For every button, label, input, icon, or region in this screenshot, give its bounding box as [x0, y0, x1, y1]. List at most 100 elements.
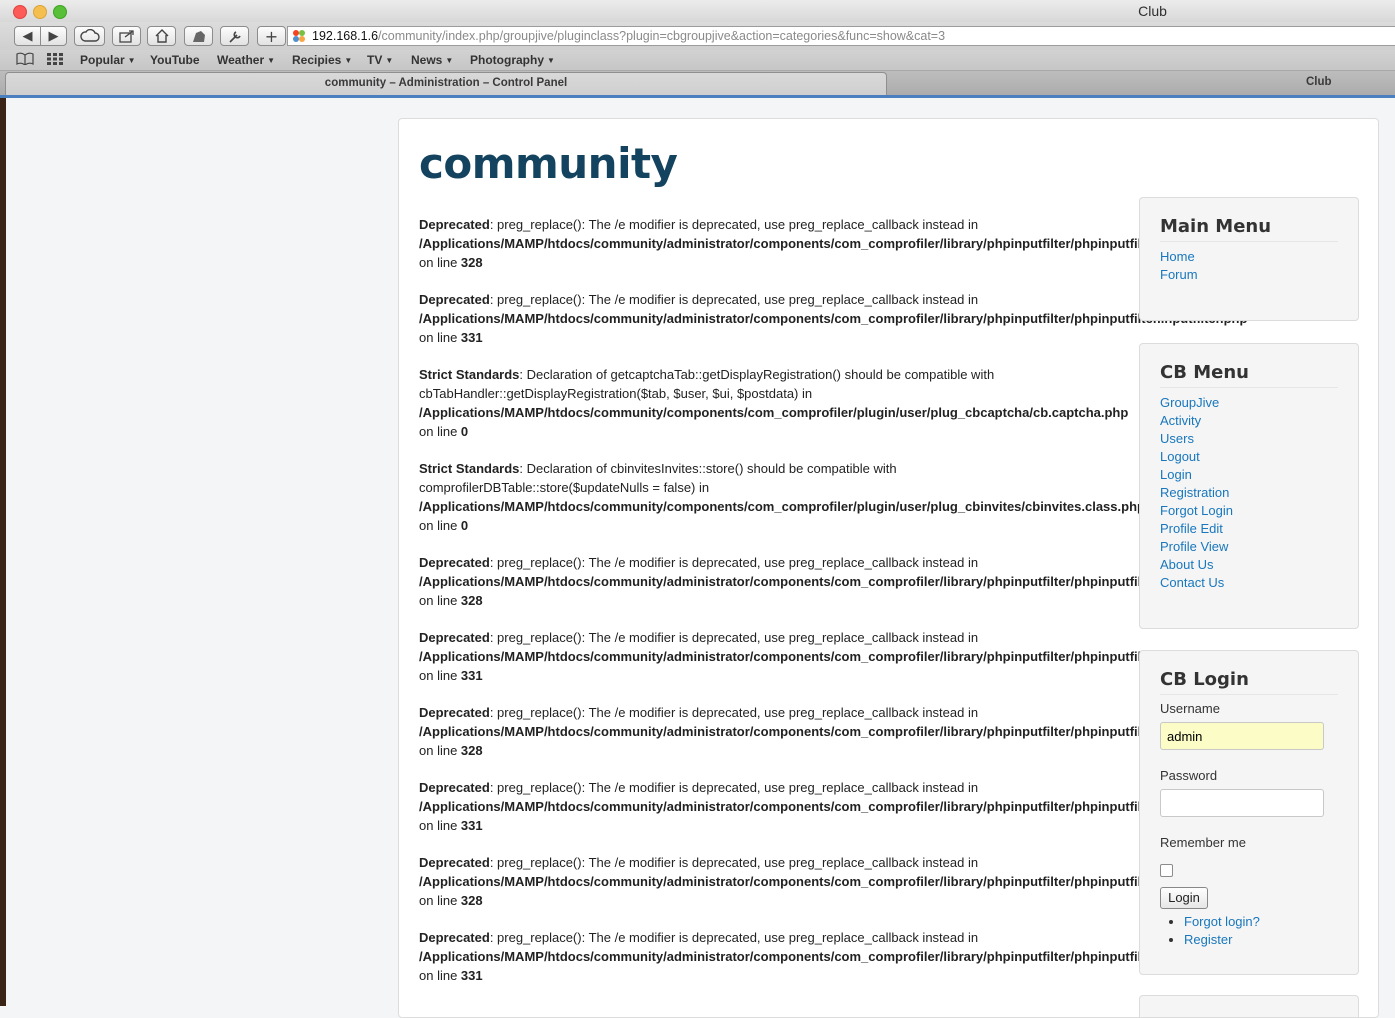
bookmark-youtube[interactable]: YouTube [150, 53, 200, 67]
error-type: Deprecated [419, 217, 490, 232]
php-error-messages: Deprecated: preg_replace(): The /e modif… [419, 215, 1247, 1003]
chevron-down-icon: ▼ [445, 56, 454, 65]
error-path: /Applications/MAMP/htdocs/community/admi… [419, 874, 1248, 889]
cb-menu-users-link[interactable]: Users [1160, 430, 1338, 448]
error-message: Strict Standards: Declaration of cbinvit… [419, 459, 1159, 535]
error-line-number: 328 [460, 893, 483, 908]
cb-login-title: CB Login [1160, 669, 1338, 695]
settings-button[interactable] [220, 26, 249, 46]
reading-list-icon[interactable] [16, 52, 34, 68]
forward-button[interactable]: ▶ [40, 26, 67, 46]
cb-menu-logout-link[interactable]: Logout [1160, 448, 1338, 466]
bookmark-news[interactable]: News ▼ [411, 53, 453, 67]
cb-menu-about-us-link[interactable]: About Us [1160, 556, 1338, 574]
error-text: : preg_replace(): The /e modifier is dep… [489, 705, 979, 720]
error-type: Deprecated [419, 630, 490, 645]
cb-menu-contact-us-link[interactable]: Contact Us [1160, 574, 1338, 592]
username-label: Username [1160, 701, 1220, 716]
error-type: Deprecated [419, 292, 490, 307]
list-item: Register [1184, 931, 1338, 949]
back-button[interactable]: ◀ [14, 26, 41, 46]
error-line-number: 331 [460, 968, 483, 983]
error-path: /Applications/MAMP/htdocs/community/admi… [419, 724, 1248, 739]
chevron-down-icon: ▼ [127, 56, 136, 65]
error-text: : preg_replace(): The /e modifier is dep… [489, 780, 979, 795]
desktop-background-strip [0, 98, 6, 1006]
error-line-label: on line [419, 593, 461, 608]
sidebar-module-partial [1139, 995, 1359, 1017]
error-path: /Applications/MAMP/htdocs/community/comp… [419, 405, 1129, 420]
error-line-number: 0 [460, 518, 469, 533]
top-sites-icon[interactable] [47, 53, 63, 68]
main-menu-forum-link[interactable]: Forum [1160, 266, 1338, 284]
username-field[interactable] [1160, 722, 1324, 750]
minimize-window-button[interactable] [33, 5, 47, 19]
error-type: Deprecated [419, 855, 490, 870]
cb-menu-groupjive-link[interactable]: GroupJive [1160, 394, 1338, 412]
new-tab-button[interactable]: + [257, 26, 286, 46]
remember-me-checkbox[interactable] [1160, 864, 1173, 877]
login-button[interactable]: Login [1160, 887, 1208, 909]
bookmark-weather[interactable]: Weather ▼ [217, 53, 275, 67]
error-path: /Applications/MAMP/htdocs/community/comp… [419, 499, 1145, 514]
zoom-window-button[interactable] [53, 5, 67, 19]
share-button[interactable] [112, 26, 141, 46]
register-link[interactable]: Register [1184, 932, 1232, 947]
extension-button[interactable] [184, 26, 213, 46]
error-type: Strict Standards [419, 367, 520, 382]
error-line-label: on line [419, 518, 461, 533]
tab-active[interactable]: community – Administration – Control Pan… [5, 72, 887, 95]
error-line-label: on line [419, 668, 461, 683]
joomla-favicon-icon [293, 30, 305, 42]
error-text: : preg_replace(): The /e modifier is dep… [489, 855, 979, 870]
password-field[interactable] [1160, 789, 1324, 817]
cb-menu-profile-view-link[interactable]: Profile View [1160, 538, 1338, 556]
bookmark-tv[interactable]: TV ▼ [367, 53, 393, 67]
bookmark-popular[interactable]: Popular ▼ [80, 53, 136, 67]
cb-menu-profile-edit-link[interactable]: Profile Edit [1160, 520, 1338, 538]
error-path: /Applications/MAMP/htdocs/community/admi… [419, 949, 1248, 964]
error-message: Deprecated: preg_replace(): The /e modif… [419, 290, 1247, 347]
error-type: Deprecated [419, 780, 490, 795]
chevron-down-icon: ▼ [385, 56, 394, 65]
error-message: Deprecated: preg_replace(): The /e modif… [419, 628, 1247, 685]
error-message: Strict Standards: Declaration of getcapt… [419, 365, 1159, 441]
error-line-label: on line [419, 743, 461, 758]
address-bar[interactable]: 192.168.1.6/community/index.php/groupjiv… [287, 26, 1395, 46]
error-type: Strict Standards [419, 461, 520, 476]
error-text: : preg_replace(): The /e modifier is dep… [489, 217, 979, 232]
error-text: : preg_replace(): The /e modifier is dep… [489, 555, 979, 570]
browser-toolbar: ◀ ▶ + 192.168.1.6/community/index.php/gr… [0, 22, 1395, 50]
error-extra: cbTabHandler::getDisplayRegistration($ta… [419, 386, 813, 401]
error-line-number: 328 [460, 743, 483, 758]
tab-club[interactable]: Club [1306, 76, 1332, 88]
site-title[interactable]: community [419, 139, 678, 188]
main-menu-home-link[interactable]: Home [1160, 248, 1338, 266]
home-button[interactable] [147, 26, 176, 46]
bookmark-photography[interactable]: Photography ▼ [470, 53, 555, 67]
error-message: Deprecated: preg_replace(): The /e modif… [419, 553, 1247, 610]
error-line-number: 0 [460, 424, 469, 439]
error-line-number: 331 [460, 668, 483, 683]
error-line-label: on line [419, 818, 461, 833]
close-window-button[interactable] [13, 5, 27, 19]
forward-arrow-icon: ▶ [48, 28, 59, 44]
forgot-login-link[interactable]: Forgot login? [1184, 914, 1260, 929]
cb-menu-title: CB Menu [1160, 362, 1338, 388]
cb-menu-activity-link[interactable]: Activity [1160, 412, 1338, 430]
error-path: /Applications/MAMP/htdocs/community/admi… [419, 574, 1248, 589]
cb-menu-forgot-login-link[interactable]: Forgot Login [1160, 502, 1338, 520]
error-line-number: 328 [460, 593, 483, 608]
remember-me-label: Remember me [1160, 835, 1246, 850]
icloud-tabs-button[interactable] [74, 26, 105, 46]
password-label: Password [1160, 768, 1218, 783]
cb-menu-registration-link[interactable]: Registration [1160, 484, 1338, 502]
error-message: Deprecated: preg_replace(): The /e modif… [419, 778, 1247, 835]
error-type: Deprecated [419, 930, 490, 945]
url-host: 192.168.1.6 [312, 29, 379, 43]
plus-icon: + [264, 26, 279, 46]
bookmark-recipies[interactable]: Recipies ▼ [292, 53, 352, 67]
error-text: : Declaration of getcaptchaTab::getDispl… [519, 367, 995, 382]
cb-menu-login-link[interactable]: Login [1160, 466, 1338, 484]
bookmarks-bar: Popular ▼ YouTube Weather ▼ Recipies ▼ TV ▼ … [0, 50, 1395, 71]
